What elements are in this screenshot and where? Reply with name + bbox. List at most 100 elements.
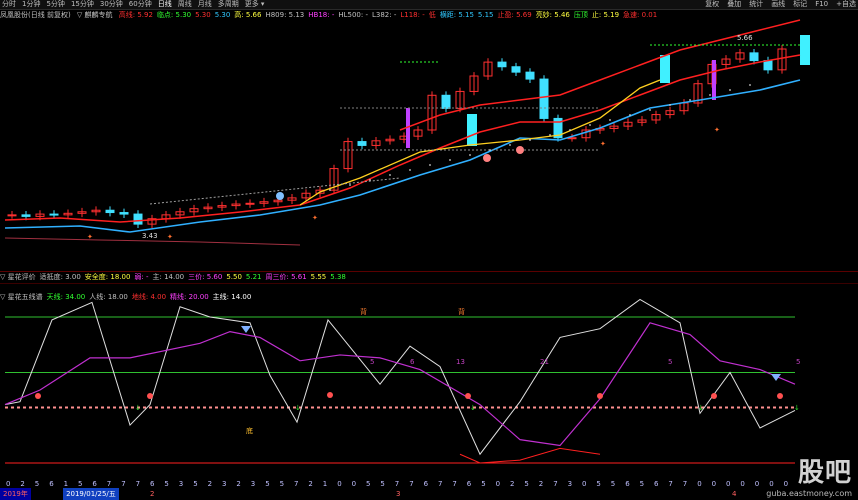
dot-marker xyxy=(329,189,331,191)
bottom-number: 0 xyxy=(496,480,500,488)
bottom-number: 7 xyxy=(121,480,125,488)
bottom-number: 2 xyxy=(236,480,240,488)
buy-arrow-icon: ↓ xyxy=(794,404,800,412)
candle-body xyxy=(133,213,143,225)
bottom-number: 6 xyxy=(49,480,54,488)
bottom-number: 7 xyxy=(409,480,413,488)
dot-marker xyxy=(689,99,691,101)
panel3-item: 天线: 34.00 xyxy=(46,293,86,301)
bottom-number: 0 xyxy=(740,480,744,488)
sell-signal-label: 背 xyxy=(360,307,367,316)
signal-dot-icon xyxy=(711,393,717,399)
bottom-number: 5 xyxy=(280,480,284,488)
panel2-item: 5.38 xyxy=(330,273,346,281)
candle-body xyxy=(105,209,115,214)
dot-marker xyxy=(649,109,651,111)
bottom-number: 5 xyxy=(380,480,384,488)
cursor-date: 2019/01/25/五 xyxy=(63,488,119,500)
candle-body xyxy=(539,78,549,119)
bottom-number: 5 xyxy=(193,480,197,488)
bottom-number: 0 xyxy=(697,480,701,488)
signal-number: 13 xyxy=(456,358,465,366)
panel3-item: 地线: 4.00 xyxy=(131,293,167,301)
panel2-item: 适抵度: 3.00 xyxy=(39,273,81,281)
low-price-label: 3.43 xyxy=(142,232,158,240)
buy-arrow-icon: ↓ xyxy=(135,404,141,412)
bottom-number: 0 xyxy=(582,480,586,488)
signal-circle-icon xyxy=(516,146,524,154)
bottom-number: 0 xyxy=(6,480,10,488)
dot-marker xyxy=(669,104,671,106)
butterfly-icon: ✦ xyxy=(312,214,318,222)
star-staff-legend: ▽ 星花五线谱 天线: 34.00 人线: 18.00 地线: 4.00 精线: 20.… xyxy=(0,292,858,302)
bottom-number: 5 xyxy=(640,480,644,488)
candle-body xyxy=(763,60,773,71)
signal-circle-icon xyxy=(276,192,284,200)
dot-marker xyxy=(369,179,371,181)
bottom-number: 7 xyxy=(438,480,442,488)
bottom-number: 7 xyxy=(452,480,456,488)
bottom-number: 1 xyxy=(323,480,327,488)
bottom-number: 2 xyxy=(510,480,514,488)
dot-marker xyxy=(549,134,551,136)
panel2-item: 弱: - xyxy=(134,273,149,281)
dot-marker xyxy=(609,119,611,121)
panel2-item: 主: 14.00 xyxy=(152,273,185,281)
panel2-item: ▽ 星花评价 xyxy=(0,273,36,281)
panel3-item: 人线: 18.00 xyxy=(89,293,128,301)
buy-arrow-icon: ↓ xyxy=(470,404,476,412)
dot-marker xyxy=(429,164,431,166)
signal-number: 6 xyxy=(410,358,415,366)
white-line xyxy=(4,298,796,456)
panel2-item: 三价: 5.60 xyxy=(188,273,223,281)
signal-number: 5 xyxy=(370,358,374,366)
panel2-item: 5.21 xyxy=(245,273,262,281)
sell-signal-label: 背 xyxy=(458,307,465,316)
bottom-number: 2 xyxy=(308,480,312,488)
red-ma-line xyxy=(4,54,801,223)
bottom-number: 6 xyxy=(625,480,630,488)
dot-marker xyxy=(629,114,631,116)
butterfly-icon: ✦ xyxy=(87,233,93,241)
magenta-line xyxy=(4,322,796,447)
candlestick-chart[interactable]: 5.66 3.43 ✦ ✦ ✦ ✦ ✦ xyxy=(0,0,858,272)
buy-arrow-icon: ↓ xyxy=(698,404,704,412)
bottom-number: 3 xyxy=(568,480,572,488)
bottom-number: 0 xyxy=(712,480,716,488)
candle-body xyxy=(119,212,129,215)
bottom-number: 6 xyxy=(467,480,472,488)
panel3-item: 主线: 14.00 xyxy=(212,293,252,301)
candle-body xyxy=(525,71,535,80)
bottom-number: 0 xyxy=(352,480,356,488)
bottom-number: 7 xyxy=(107,480,111,488)
bottom-number: 5 xyxy=(596,480,600,488)
bottom-number: 3 xyxy=(251,480,255,488)
panel3-item: 精线: 20.00 xyxy=(170,293,209,301)
diamond-signal-icon xyxy=(771,374,781,381)
bottom-number: 5 xyxy=(164,480,168,488)
panel2-item: 5.55 xyxy=(310,273,327,281)
highlight-candle xyxy=(800,35,810,65)
dot-marker xyxy=(729,89,731,91)
signal-dot-icon xyxy=(465,393,471,399)
bottom-number: 5 xyxy=(265,480,269,488)
watermark: 股吧 guba.eastmoney.com xyxy=(766,452,852,498)
panel2-item: 周三价: 5.61 xyxy=(265,273,307,281)
bottom-number: 5 xyxy=(481,480,485,488)
bottom-number: 7 xyxy=(553,480,557,488)
candle-body xyxy=(245,202,255,205)
panel-divider xyxy=(0,283,858,284)
butterfly-icon: ✦ xyxy=(714,126,720,134)
dot-marker xyxy=(709,94,711,96)
bottom-number: 3 xyxy=(222,480,226,488)
dot-marker xyxy=(489,149,491,151)
bottom-number: 7 xyxy=(294,480,298,488)
candle-body xyxy=(357,141,367,146)
watermark-url: guba.eastmoney.com xyxy=(766,489,852,498)
signal-dot-icon xyxy=(777,393,783,399)
signal-number: 21 xyxy=(540,358,549,366)
dot-marker xyxy=(569,129,571,131)
bottom-number: 0 xyxy=(337,480,341,488)
bottom-signal-label: 底 xyxy=(246,426,253,435)
bottom-number: 5 xyxy=(78,480,82,488)
